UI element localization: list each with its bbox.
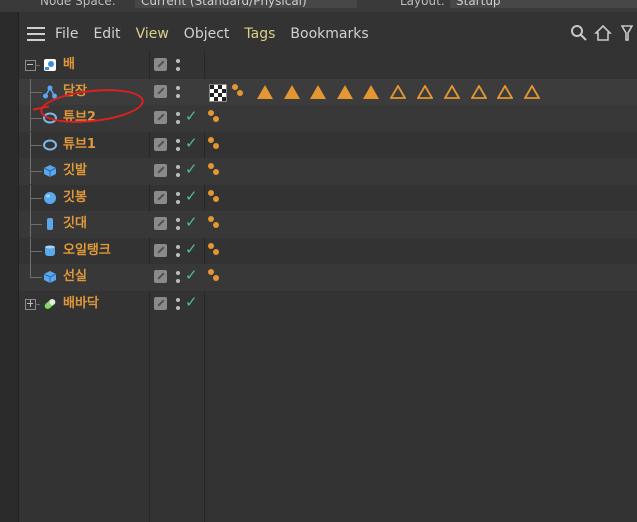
tree-row-flag[interactable]: 깃발 ✓	[19, 158, 637, 185]
object-name[interactable]: 깃발	[63, 158, 87, 184]
layer-flag-icon[interactable]	[154, 58, 167, 71]
layer-flag-icon[interactable]	[154, 111, 167, 124]
filter-icon[interactable]	[617, 24, 637, 44]
layer-flag-icon[interactable]	[154, 164, 167, 177]
visibility-dots-icon[interactable]	[176, 85, 181, 99]
visibility-dots-icon[interactable]	[176, 297, 181, 311]
layout-dropdown[interactable]: Startup	[450, 0, 637, 8]
layer-flag-icon[interactable]	[154, 270, 167, 283]
visibility-dots-icon[interactable]	[176, 270, 181, 284]
cloner-icon	[43, 85, 57, 98]
tube-icon	[43, 139, 57, 150]
menu-view[interactable]: View	[136, 20, 169, 48]
filled-triangle-tag-icon[interactable]	[257, 84, 273, 99]
material-tag-icon[interactable]	[231, 83, 245, 100]
menu-bar: File Edit View Object Tags Bookmarks	[19, 20, 637, 48]
visibility-dots-icon[interactable]	[176, 138, 181, 152]
material-tag-icon[interactable]	[207, 189, 221, 206]
capsule-icon	[44, 298, 56, 309]
enabled-check-icon[interactable]: ✓	[185, 240, 198, 258]
left-edge-strip	[0, 12, 19, 522]
material-tag-icon[interactable]	[207, 242, 221, 259]
material-tag-icon[interactable]	[207, 269, 221, 285]
material-tag-icon[interactable]	[207, 163, 221, 179]
enabled-check-icon[interactable]: ✓	[185, 293, 198, 311]
node-space-dropdown[interactable]: Current (Standard/Physical)	[135, 0, 357, 8]
object-name[interactable]: 선실	[63, 264, 87, 290]
layout-label: Layout:	[400, 0, 445, 8]
enabled-check-icon[interactable]: ✓	[185, 213, 198, 231]
tree-row-flagpole[interactable]: 깃대 ✓	[19, 211, 637, 238]
visibility-dots-icon[interactable]	[176, 164, 181, 178]
tree-row-ship[interactable]: 배	[19, 52, 637, 79]
outline-triangle-tag-icon[interactable]	[390, 84, 406, 99]
cylinder-icon	[47, 218, 53, 230]
object-name[interactable]: 배바닥	[63, 291, 99, 317]
hamburger-menu-icon[interactable]	[27, 27, 45, 41]
tree-row-cabin[interactable]: 선실 ✓	[19, 264, 637, 291]
filled-triangle-tag-icon[interactable]	[310, 84, 326, 99]
visibility-dots-icon[interactable]	[176, 58, 181, 72]
sphere-icon	[44, 191, 56, 204]
layer-flag-icon[interactable]	[154, 190, 167, 204]
visibility-dots-icon[interactable]	[176, 217, 181, 231]
visibility-dots-icon[interactable]	[176, 191, 181, 205]
menu-object[interactable]: Object	[184, 20, 230, 48]
enabled-check-icon[interactable]: ✓	[185, 266, 198, 284]
cube-icon	[43, 271, 57, 283]
outline-triangle-tag-icon[interactable]	[524, 84, 540, 99]
layer-flag-icon[interactable]	[154, 296, 167, 310]
tree-row-ship-bottom[interactable]: 배바닥 ✓	[19, 291, 637, 318]
null-object-icon	[44, 59, 56, 71]
outline-triangle-tag-icon[interactable]	[417, 84, 433, 99]
material-tag-icon[interactable]	[207, 110, 221, 126]
material-tag-icon[interactable]	[207, 136, 221, 153]
oil-tank-icon	[45, 245, 55, 256]
object-name[interactable]: 배	[63, 52, 75, 78]
object-name[interactable]: 튜브1	[63, 132, 96, 158]
menu-edit[interactable]: Edit	[93, 20, 120, 48]
object-name[interactable]: 오일탱크	[63, 238, 111, 264]
enabled-check-icon[interactable]: ✓	[185, 187, 198, 205]
menu-bookmarks[interactable]: Bookmarks	[290, 20, 368, 48]
visibility-dots-icon[interactable]	[176, 111, 181, 125]
layer-flag-icon[interactable]	[154, 84, 167, 98]
menu-file[interactable]: File	[55, 20, 78, 48]
layer-flag-icon[interactable]	[154, 217, 167, 230]
object-name[interactable]: 깃봉	[63, 185, 87, 211]
node-space-label: Node Space:	[40, 0, 116, 8]
search-icon[interactable]	[569, 24, 589, 44]
tree-row-oil-tank[interactable]: 오일탱크 ✓	[19, 237, 637, 265]
filled-triangle-tag-icon[interactable]	[284, 84, 300, 99]
filled-triangle-tag-icon[interactable]	[363, 84, 379, 99]
home-icon[interactable]	[593, 24, 613, 44]
visibility-dots-icon[interactable]	[176, 244, 181, 258]
object-manager-panel: File Edit View Object Tags Bookmarks 배 담…	[19, 12, 637, 522]
texture-tag-icon[interactable]	[209, 83, 227, 102]
outline-triangle-tag-icon[interactable]	[444, 84, 460, 99]
cube-icon	[43, 165, 57, 177]
tree-row-flag-ball[interactable]: 깃봉 ✓	[19, 184, 637, 212]
enabled-check-icon[interactable]: ✓	[185, 107, 198, 125]
layer-flag-icon[interactable]	[154, 137, 167, 151]
menu-tags[interactable]: Tags	[244, 20, 275, 48]
material-tag-icon[interactable]	[207, 216, 221, 232]
tree-row-tube1[interactable]: 튜브1 ✓	[19, 131, 637, 159]
top-toolbar: Node Space: Current (Standard/Physical) …	[0, 0, 637, 12]
filled-triangle-tag-icon[interactable]	[337, 84, 353, 99]
outline-triangle-tag-icon[interactable]	[471, 84, 487, 99]
layer-flag-icon[interactable]	[154, 243, 167, 257]
enabled-check-icon[interactable]: ✓	[185, 160, 198, 178]
outline-triangle-tag-icon[interactable]	[497, 84, 513, 99]
enabled-check-icon[interactable]: ✓	[185, 134, 198, 152]
object-name[interactable]: 깃대	[63, 211, 87, 237]
